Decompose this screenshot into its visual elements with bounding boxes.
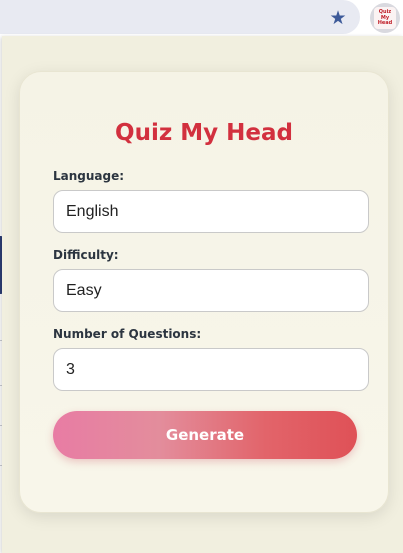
language-label: Language: — [53, 169, 125, 183]
popup-title: Quiz My Head — [115, 120, 293, 146]
difficulty-label: Difficulty: — [53, 248, 119, 262]
quiz-settings-card: Quiz My Head Language: English Difficult… — [19, 71, 389, 513]
quiz-my-head-logo: Quiz My Head — [374, 7, 396, 29]
address-bar[interactable] — [0, 0, 360, 34]
extension-button[interactable]: Quiz My Head — [370, 3, 400, 33]
difficulty-field[interactable]: Easy — [53, 269, 369, 312]
extension-popup: Quiz My Head Language: English Difficult… — [2, 36, 403, 553]
question-count-field[interactable]: 3 — [53, 348, 369, 391]
question-count-label: Number of Questions: — [53, 327, 202, 341]
generate-button[interactable]: Generate — [53, 411, 357, 459]
browser-toolbar: ★ Quiz My Head — [0, 0, 403, 36]
star-icon[interactable]: ★ — [328, 8, 348, 28]
language-field[interactable]: English — [53, 190, 369, 233]
